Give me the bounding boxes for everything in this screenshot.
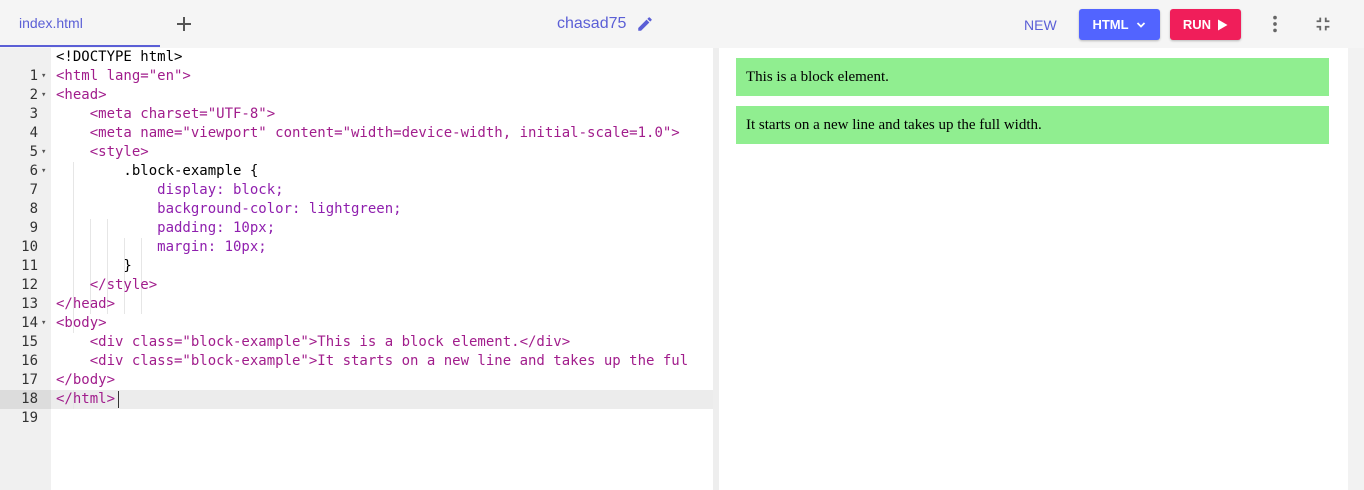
- line-text: <html lang="en">: [56, 68, 191, 84]
- code-line: 19 </html>: [0, 390, 713, 426]
- line-text: }: [56, 258, 132, 274]
- line-text: <style>: [56, 144, 149, 160]
- line-text: <head>: [56, 87, 107, 103]
- run-label: RUN: [1182, 17, 1212, 32]
- code-editor[interactable]: 1 <!DOCTYPE html> 2 ▾ <html lang="en"> 3…: [0, 48, 713, 490]
- line-text: background-color: lightgreen;: [56, 201, 402, 217]
- code-line: 7 ▾ .block-example {: [0, 162, 713, 198]
- code-line: 2 ▾ <html lang="en">: [0, 67, 713, 103]
- code-line: 12 }: [0, 257, 713, 293]
- code-line: 14 </head>: [0, 295, 713, 331]
- more-vertical-icon[interactable]: [1264, 13, 1286, 35]
- tab-label: index.html: [19, 15, 83, 31]
- tab-active-indicator: [0, 45, 160, 47]
- chevron-down-icon: [1136, 21, 1145, 28]
- line-text: <meta charset="UTF-8">: [56, 106, 276, 122]
- line-text: display: block;: [56, 182, 284, 198]
- code-line: 6 ▾ <style>: [0, 143, 713, 179]
- code-line: 1 <!DOCTYPE html>: [0, 48, 713, 84]
- code-line: 17 <div class="block-example">It starts …: [0, 352, 713, 388]
- code-line: 4 <meta charset="UTF-8">: [0, 105, 713, 141]
- line-text: </html>: [56, 391, 116, 407]
- line-text: .block-example {: [56, 163, 259, 179]
- code-line: 15 ▾ <body>: [0, 314, 713, 350]
- run-button[interactable]: RUN: [1170, 9, 1241, 40]
- line-text: <div class="block-example">It starts on …: [56, 353, 689, 369]
- line-text: <body>: [56, 315, 107, 331]
- fold-caret-icon[interactable]: ▾: [41, 143, 46, 162]
- project-name: chasad75: [557, 15, 627, 32]
- code-line: 3 ▾ <head>: [0, 86, 713, 122]
- fold-caret-icon[interactable]: ▾: [41, 86, 46, 105]
- project-title: chasad75: [557, 13, 654, 35]
- code-line: 13 </style>: [0, 276, 713, 312]
- line-text: <div class="block-example">This is a blo…: [56, 334, 571, 350]
- line-number: 19: [21, 410, 38, 426]
- plus-icon[interactable]: [172, 12, 196, 36]
- line-text: <meta name="viewport" content="width=dev…: [56, 125, 680, 141]
- language-label: HTML: [1092, 17, 1129, 32]
- language-dropdown-button[interactable]: HTML: [1079, 9, 1160, 40]
- preview-block: This is a block element.: [736, 58, 1329, 96]
- text-cursor: [118, 391, 119, 408]
- code-line: 11 margin: 10px;: [0, 238, 713, 274]
- line-text: </body>: [56, 372, 116, 388]
- play-icon: [1218, 19, 1228, 30]
- code-line: 16 <div class="block-example">This is a …: [0, 333, 713, 369]
- collapse-icon[interactable]: [1312, 13, 1334, 35]
- tab-index-html[interactable]: index.html: [0, 0, 160, 48]
- top-bar: index.html chasad75 NEW HTML RUN: [0, 0, 1364, 48]
- fold-caret-icon[interactable]: ▾: [41, 67, 46, 86]
- preview-block: It starts on a new line and takes up the…: [736, 106, 1329, 144]
- line-text: </head>: [56, 296, 116, 312]
- code-line: 9 background-color: lightgreen;: [0, 200, 713, 236]
- line-text: padding: 10px;: [56, 220, 276, 236]
- code-line: 5 <meta name="viewport" content="width=d…: [0, 124, 713, 160]
- scrollbar-track[interactable]: [1348, 48, 1364, 490]
- line-text: </style>: [56, 277, 158, 293]
- fold-caret-icon[interactable]: ▾: [41, 162, 46, 181]
- code-line: 8 display: block;: [0, 181, 713, 217]
- pencil-icon[interactable]: [636, 15, 654, 33]
- new-button[interactable]: NEW: [1024, 17, 1057, 33]
- fold-caret-icon[interactable]: ▾: [41, 314, 46, 333]
- line-text: <!DOCTYPE html>: [56, 49, 183, 65]
- preview-pane: This is a block element. It starts on a …: [719, 48, 1348, 490]
- code-line: 18 </body>: [0, 371, 713, 407]
- code-line: 10 padding: 10px;: [0, 219, 713, 255]
- line-text: margin: 10px;: [56, 239, 267, 255]
